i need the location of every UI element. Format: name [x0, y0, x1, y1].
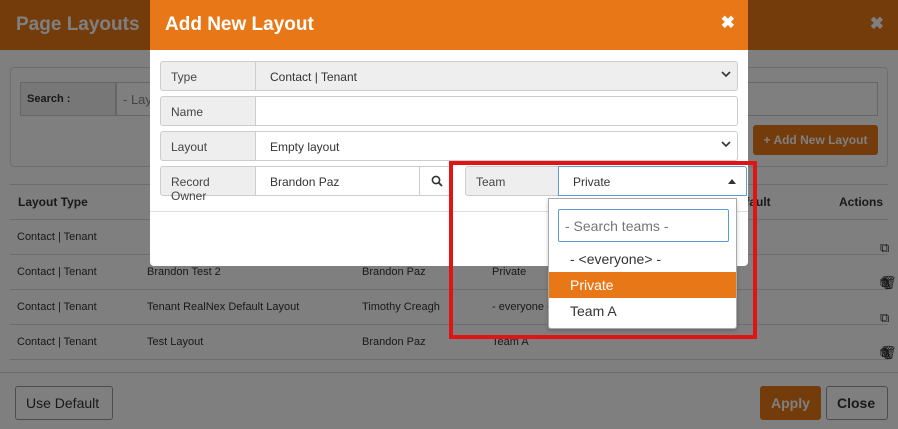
type-value: Contact | Tenant	[270, 70, 357, 84]
record-owner-label: Record Owner	[160, 166, 256, 203]
chevron-down-icon	[721, 139, 731, 149]
record-owner-input[interactable]: Brandon Paz	[255, 166, 420, 196]
type-select[interactable]: Contact | Tenant	[255, 61, 738, 91]
highlight-annotation	[449, 161, 757, 339]
owner-search-button[interactable]	[419, 166, 453, 196]
modal-header: Add New Layout ✖	[150, 0, 748, 50]
modal-title: Add New Layout	[165, 14, 314, 35]
name-label: Name	[160, 96, 256, 126]
layout-select[interactable]: Empty layout	[255, 131, 738, 161]
layout-value: Empty layout	[270, 140, 340, 154]
type-label: Type	[160, 61, 256, 91]
name-input[interactable]	[255, 96, 738, 126]
layout-label: Layout	[160, 131, 256, 161]
chevron-down-icon	[721, 69, 731, 79]
search-icon	[431, 175, 443, 187]
modal-close-icon[interactable]: ✖	[721, 13, 735, 33]
